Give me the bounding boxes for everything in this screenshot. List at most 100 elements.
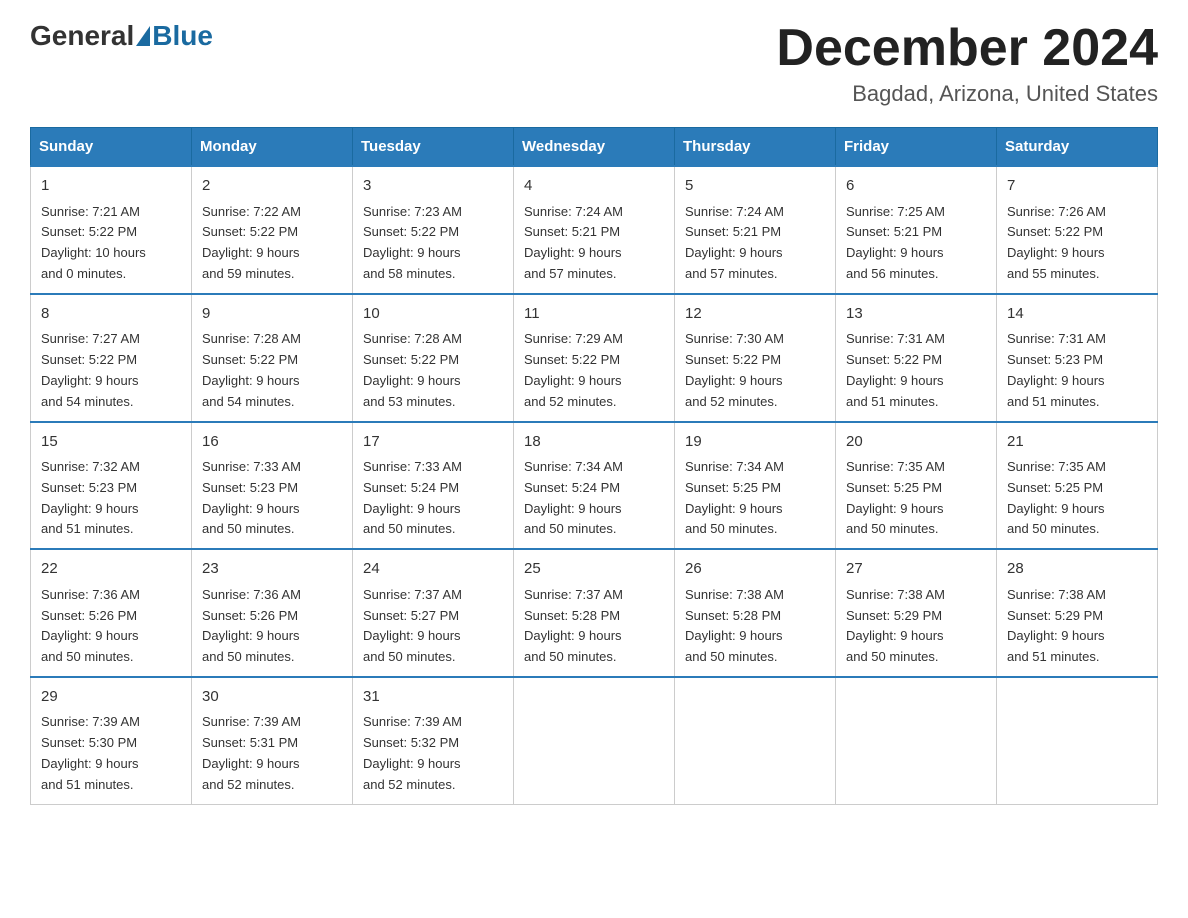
table-row: 29Sunrise: 7:39 AMSunset: 5:30 PMDayligh… — [31, 677, 192, 804]
table-row: 12 Sunrise: 7:30 AMSunset: 5:22 PMDayligh… — [675, 294, 836, 422]
day-number: 2 — [202, 175, 342, 198]
table-row: 27Sunrise: 7:38 AMSunset: 5:29 PMDayligh… — [836, 549, 997, 677]
calendar-week-row: 8 Sunrise: 7:27 AMSunset: 5:22 PMDaylight… — [31, 294, 1158, 422]
table-row: 21Sunrise: 7:35 AMSunset: 5:25 PMDayligh… — [997, 422, 1158, 550]
table-row: 16 Sunrise: 7:33 AMSunset: 5:23 PMDayligh… — [192, 422, 353, 550]
day-number: 16 — [202, 431, 342, 454]
day-info: Sunrise: 7:31 AMSunset: 5:23 PMDaylight:… — [1007, 329, 1147, 412]
table-row: 22Sunrise: 7:36 AMSunset: 5:26 PMDayligh… — [31, 549, 192, 677]
day-number: 21 — [1007, 431, 1147, 454]
header-wednesday: Wednesday — [514, 128, 675, 167]
table-row: 17 Sunrise: 7:33 AMSunset: 5:24 PMDayligh… — [353, 422, 514, 550]
day-number: 5 — [685, 175, 825, 198]
calendar-week-row: 1Sunrise: 7:21 AMSunset: 5:22 PMDaylight… — [31, 166, 1158, 294]
day-number: 8 — [41, 303, 181, 326]
day-info: Sunrise: 7:36 AMSunset: 5:26 PMDaylight:… — [202, 585, 342, 668]
table-row — [675, 677, 836, 804]
day-info: Sunrise: 7:38 AMSunset: 5:29 PMDaylight:… — [1007, 585, 1147, 668]
day-info: Sunrise: 7:24 AMSunset: 5:21 PMDaylight:… — [685, 202, 825, 285]
day-number: 26 — [685, 558, 825, 581]
day-number: 25 — [524, 558, 664, 581]
day-info: Sunrise: 7:28 AMSunset: 5:22 PMDaylight:… — [202, 329, 342, 412]
day-number: 14 — [1007, 303, 1147, 326]
day-number: 4 — [524, 175, 664, 198]
day-info: Sunrise: 7:39 AMSunset: 5:31 PMDaylight:… — [202, 712, 342, 795]
calendar-table: Sunday Monday Tuesday Wednesday Thursday… — [30, 127, 1158, 804]
table-row: 15 Sunrise: 7:32 AMSunset: 5:23 PMDayligh… — [31, 422, 192, 550]
table-row — [514, 677, 675, 804]
day-info: Sunrise: 7:37 AMSunset: 5:27 PMDaylight:… — [363, 585, 503, 668]
table-row: 2 Sunrise: 7:22 AMSunset: 5:22 PMDaylight… — [192, 166, 353, 294]
table-row: 7 Sunrise: 7:26 AMSunset: 5:22 PMDaylight… — [997, 166, 1158, 294]
day-info: Sunrise: 7:33 AMSunset: 5:23 PMDaylight:… — [202, 457, 342, 540]
table-row: 13 Sunrise: 7:31 AMSunset: 5:22 PMDayligh… — [836, 294, 997, 422]
table-row: 19 Sunrise: 7:34 AMSunset: 5:25 PMDayligh… — [675, 422, 836, 550]
day-info: Sunrise: 7:26 AMSunset: 5:22 PMDaylight:… — [1007, 202, 1147, 285]
day-info: Sunrise: 7:35 AMSunset: 5:25 PMDaylight:… — [846, 457, 986, 540]
day-number: 17 — [363, 431, 503, 454]
day-info: Sunrise: 7:30 AMSunset: 5:22 PMDaylight:… — [685, 329, 825, 412]
table-row — [997, 677, 1158, 804]
logo-triangle-icon — [136, 26, 150, 46]
day-info: Sunrise: 7:34 AMSunset: 5:25 PMDaylight:… — [685, 457, 825, 540]
logo-general: General — [30, 20, 134, 52]
title-area: December 2024 Bagdad, Arizona, United St… — [776, 20, 1158, 107]
day-info: Sunrise: 7:34 AMSunset: 5:24 PMDaylight:… — [524, 457, 664, 540]
day-number: 7 — [1007, 175, 1147, 198]
day-number: 11 — [524, 303, 664, 326]
header-saturday: Saturday — [997, 128, 1158, 167]
table-row: 23Sunrise: 7:36 AMSunset: 5:26 PMDayligh… — [192, 549, 353, 677]
month-title: December 2024 — [776, 20, 1158, 77]
day-number: 27 — [846, 558, 986, 581]
day-number: 29 — [41, 686, 181, 709]
header-friday: Friday — [836, 128, 997, 167]
table-row: 28Sunrise: 7:38 AMSunset: 5:29 PMDayligh… — [997, 549, 1158, 677]
day-info: Sunrise: 7:38 AMSunset: 5:28 PMDaylight:… — [685, 585, 825, 668]
day-info: Sunrise: 7:25 AMSunset: 5:21 PMDaylight:… — [846, 202, 986, 285]
table-row: 6 Sunrise: 7:25 AMSunset: 5:21 PMDaylight… — [836, 166, 997, 294]
day-info: Sunrise: 7:31 AMSunset: 5:22 PMDaylight:… — [846, 329, 986, 412]
table-row: 18 Sunrise: 7:34 AMSunset: 5:24 PMDayligh… — [514, 422, 675, 550]
location-subtitle: Bagdad, Arizona, United States — [776, 81, 1158, 107]
table-row: 1Sunrise: 7:21 AMSunset: 5:22 PMDaylight… — [31, 166, 192, 294]
table-row: 11Sunrise: 7:29 AMSunset: 5:22 PMDayligh… — [514, 294, 675, 422]
table-row: 25Sunrise: 7:37 AMSunset: 5:28 PMDayligh… — [514, 549, 675, 677]
day-number: 3 — [363, 175, 503, 198]
day-number: 20 — [846, 431, 986, 454]
table-row: 9 Sunrise: 7:28 AMSunset: 5:22 PMDaylight… — [192, 294, 353, 422]
logo-text: General Blue — [30, 20, 213, 52]
table-row: 4 Sunrise: 7:24 AMSunset: 5:21 PMDaylight… — [514, 166, 675, 294]
table-row: 5 Sunrise: 7:24 AMSunset: 5:21 PMDaylight… — [675, 166, 836, 294]
day-number: 6 — [846, 175, 986, 198]
day-number: 12 — [685, 303, 825, 326]
table-row: 26 Sunrise: 7:38 AMSunset: 5:28 PMDayligh… — [675, 549, 836, 677]
day-number: 19 — [685, 431, 825, 454]
table-row: 14 Sunrise: 7:31 AMSunset: 5:23 PMDayligh… — [997, 294, 1158, 422]
day-info: Sunrise: 7:39 AMSunset: 5:32 PMDaylight:… — [363, 712, 503, 795]
day-number: 18 — [524, 431, 664, 454]
day-number: 13 — [846, 303, 986, 326]
table-row: 24Sunrise: 7:37 AMSunset: 5:27 PMDayligh… — [353, 549, 514, 677]
calendar-week-row: 15 Sunrise: 7:32 AMSunset: 5:23 PMDayligh… — [31, 422, 1158, 550]
day-info: Sunrise: 7:24 AMSunset: 5:21 PMDaylight:… — [524, 202, 664, 285]
day-info: Sunrise: 7:27 AMSunset: 5:22 PMDaylight:… — [41, 329, 181, 412]
day-info: Sunrise: 7:32 AMSunset: 5:23 PMDaylight:… — [41, 457, 181, 540]
day-info: Sunrise: 7:33 AMSunset: 5:24 PMDaylight:… — [363, 457, 503, 540]
day-info: Sunrise: 7:22 AMSunset: 5:22 PMDaylight:… — [202, 202, 342, 285]
header-sunday: Sunday — [31, 128, 192, 167]
day-number: 30 — [202, 686, 342, 709]
header-monday: Monday — [192, 128, 353, 167]
day-number: 15 — [41, 431, 181, 454]
day-number: 1 — [41, 175, 181, 198]
logo: General Blue — [30, 20, 213, 52]
day-info: Sunrise: 7:36 AMSunset: 5:26 PMDaylight:… — [41, 585, 181, 668]
day-number: 9 — [202, 303, 342, 326]
table-row — [836, 677, 997, 804]
table-row: 20 Sunrise: 7:35 AMSunset: 5:25 PMDayligh… — [836, 422, 997, 550]
calendar-header-row: Sunday Monday Tuesday Wednesday Thursday… — [31, 128, 1158, 167]
table-row: 8 Sunrise: 7:27 AMSunset: 5:22 PMDaylight… — [31, 294, 192, 422]
day-number: 31 — [363, 686, 503, 709]
day-info: Sunrise: 7:28 AMSunset: 5:22 PMDaylight:… — [363, 329, 503, 412]
calendar-week-row: 29Sunrise: 7:39 AMSunset: 5:30 PMDayligh… — [31, 677, 1158, 804]
logo-blue: Blue — [152, 20, 213, 52]
